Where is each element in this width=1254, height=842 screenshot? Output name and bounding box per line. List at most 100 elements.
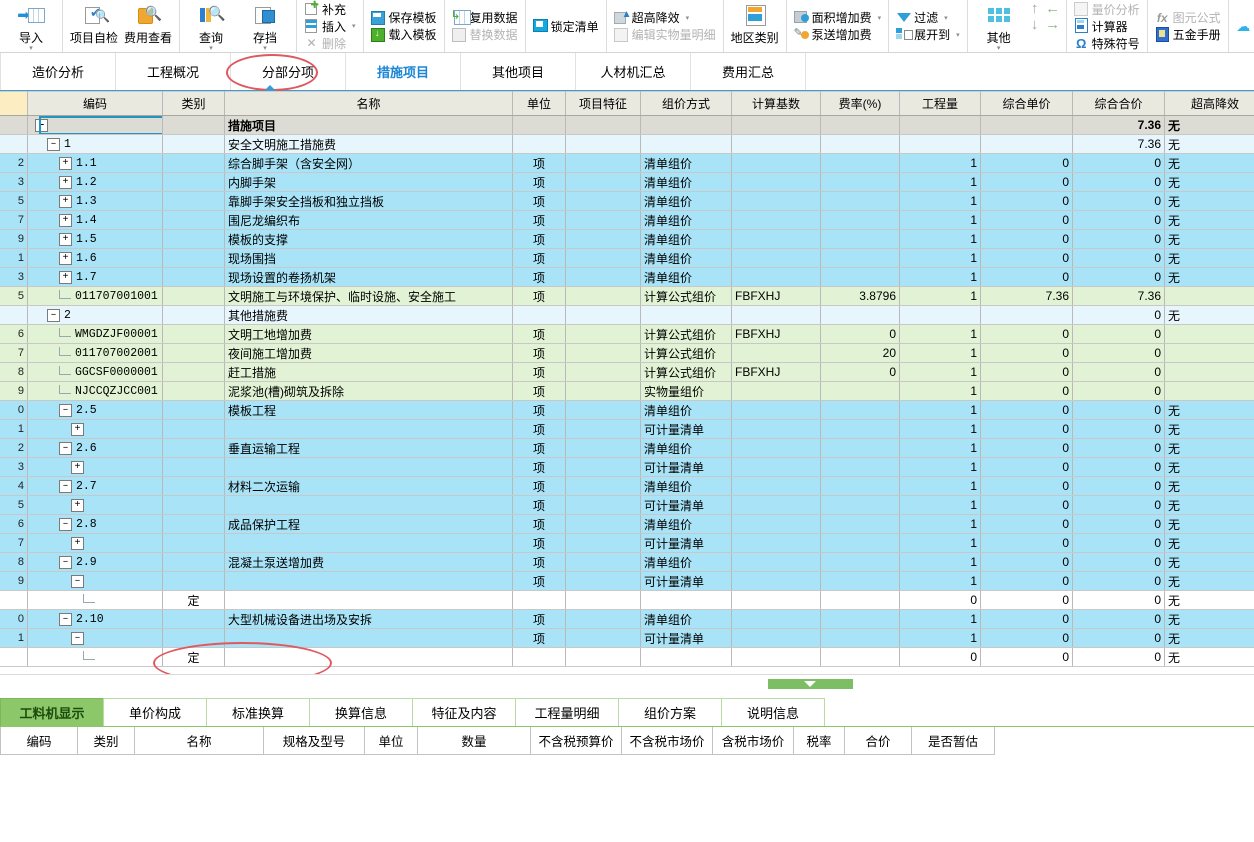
cell-name[interactable] bbox=[224, 495, 513, 515]
cell-unitprice[interactable] bbox=[980, 134, 1073, 154]
cell-base[interactable]: FBFXHJ bbox=[731, 324, 821, 344]
chevron-down-icon[interactable]: ▾ bbox=[878, 14, 882, 22]
cell-feature[interactable] bbox=[565, 495, 641, 515]
cell-unitprice[interactable]: 0 bbox=[980, 324, 1073, 344]
filter-button[interactable]: 过滤 ▾ bbox=[896, 9, 960, 26]
cell-total[interactable]: 0 bbox=[1072, 571, 1165, 591]
cell-feature[interactable] bbox=[565, 400, 641, 420]
cell-pricing[interactable]: 清单组价 bbox=[640, 267, 732, 287]
cell-name[interactable]: 模板的支撑 bbox=[224, 229, 513, 249]
row-number-cell[interactable]: 3 bbox=[0, 267, 28, 287]
cell-pricing[interactable]: 清单组价 bbox=[640, 552, 732, 572]
cloud-check-button[interactable]: ☁云检 bbox=[1236, 18, 1254, 35]
tab-project-overview[interactable]: 工程概况 bbox=[116, 53, 231, 90]
import-button[interactable]: ➡ 导入 ▾ bbox=[4, 0, 58, 52]
row-number-cell[interactable]: 7 bbox=[0, 210, 28, 230]
expand-plus-icon[interactable]: + bbox=[59, 194, 72, 208]
row-number-cell[interactable]: 0 bbox=[0, 609, 28, 629]
cell-unit[interactable]: 项 bbox=[512, 343, 566, 363]
cell-unit[interactable]: 项 bbox=[512, 438, 566, 458]
cell-qty[interactable]: 1 bbox=[899, 457, 981, 477]
cell-qty[interactable]: 1 bbox=[899, 153, 981, 173]
cell-category[interactable] bbox=[162, 552, 225, 572]
chevron-down-icon[interactable]: ▾ bbox=[352, 22, 356, 30]
cell-base[interactable] bbox=[731, 210, 821, 230]
row-number-cell[interactable]: 6 bbox=[0, 324, 28, 344]
cell-pricing[interactable]: 可计量清单 bbox=[640, 457, 732, 477]
cell-base[interactable] bbox=[731, 172, 821, 192]
cell-rate[interactable] bbox=[820, 267, 900, 287]
expand-plus-icon[interactable]: + bbox=[71, 536, 84, 550]
cell-feature[interactable] bbox=[565, 362, 641, 382]
cell-qty[interactable]: 1 bbox=[899, 191, 981, 211]
cell-superhigh[interactable] bbox=[1164, 381, 1254, 401]
cell-pricing[interactable]: 清单组价 bbox=[640, 153, 732, 173]
cell-category[interactable] bbox=[162, 609, 225, 629]
cell-feature[interactable] bbox=[565, 153, 641, 173]
cell-superhigh[interactable]: 无 bbox=[1164, 115, 1254, 135]
cell-code[interactable]: +1.4 bbox=[27, 210, 163, 230]
supplement-button[interactable]: ✚ 补充 bbox=[304, 1, 356, 18]
tab-cost-summary[interactable]: 费用汇总 bbox=[691, 53, 806, 90]
cell-category[interactable] bbox=[162, 210, 225, 230]
row-number-cell[interactable]: 3 bbox=[0, 457, 28, 477]
cell-rate[interactable] bbox=[820, 400, 900, 420]
cell-base[interactable] bbox=[731, 191, 821, 211]
cell-qty[interactable]: 1 bbox=[899, 210, 981, 230]
cell-rate[interactable] bbox=[820, 153, 900, 173]
row-number-cell[interactable]: 4 bbox=[0, 476, 28, 496]
cell-qty[interactable]: 1 bbox=[899, 495, 981, 515]
cell-unitprice[interactable]: 0 bbox=[980, 381, 1073, 401]
cell-category[interactable] bbox=[162, 248, 225, 268]
cell-unit[interactable]: 项 bbox=[512, 571, 566, 591]
row-number-cell[interactable]: 1 bbox=[0, 248, 28, 268]
cell-qty[interactable]: 1 bbox=[899, 552, 981, 572]
cell-base[interactable] bbox=[731, 495, 821, 515]
cell-unit[interactable] bbox=[512, 590, 566, 610]
btab-conversion-info[interactable]: 换算信息 bbox=[309, 698, 413, 726]
cell-superhigh[interactable]: 无 bbox=[1164, 476, 1254, 496]
btab-labor-material-display[interactable]: 工料机显示 bbox=[0, 698, 104, 726]
cell-superhigh[interactable]: 无 bbox=[1164, 267, 1254, 287]
cell-code[interactable]: + bbox=[27, 533, 163, 553]
cell-base[interactable] bbox=[731, 305, 821, 325]
cell-unitprice[interactable]: 0 bbox=[980, 248, 1073, 268]
cell-code[interactable]: –1 bbox=[27, 134, 163, 154]
row-number-cell[interactable]: 6 bbox=[0, 514, 28, 534]
cell-category[interactable] bbox=[162, 438, 225, 458]
cell-feature[interactable] bbox=[565, 438, 641, 458]
cell-unitprice[interactable]: 0 bbox=[980, 438, 1073, 458]
cell-rate[interactable] bbox=[820, 134, 900, 154]
row-number-cell[interactable]: 5 bbox=[0, 286, 28, 306]
cell-name[interactable]: 内脚手架 bbox=[224, 172, 513, 192]
cell-feature[interactable] bbox=[565, 343, 641, 363]
cell-pricing[interactable]: 可计量清单 bbox=[640, 533, 732, 553]
collapse-minus-icon[interactable]: – bbox=[71, 574, 84, 588]
cell-code[interactable]: – bbox=[27, 571, 163, 591]
cell-total[interactable]: 0 bbox=[1072, 628, 1165, 648]
cell-unit[interactable]: 项 bbox=[512, 381, 566, 401]
cell-total[interactable]: 0 bbox=[1072, 172, 1165, 192]
cell-code[interactable]: –2.9 bbox=[27, 552, 163, 572]
cell-pricing[interactable]: 清单组价 bbox=[640, 172, 732, 192]
cell-rate[interactable] bbox=[820, 552, 900, 572]
grid-row[interactable]: 1+1.6现场围挡项清单组价100无建筑物超高增加 bbox=[0, 248, 1254, 268]
cell-total[interactable]: 0 bbox=[1072, 381, 1165, 401]
cell-name[interactable]: 成品保护工程 bbox=[224, 514, 513, 534]
collapse-minus-icon[interactable]: – bbox=[59, 517, 72, 531]
move-down-arrow-icon[interactable]: ↓ bbox=[1031, 17, 1039, 32]
cell-code[interactable] bbox=[27, 647, 163, 667]
cell-base[interactable]: FBFXHJ bbox=[731, 362, 821, 382]
cell-code[interactable]: – bbox=[27, 628, 163, 648]
row-number-cell[interactable]: 3 bbox=[0, 172, 28, 192]
chevron-down-icon[interactable]: ▾ bbox=[997, 45, 1001, 52]
cell-qty[interactable]: 0 bbox=[899, 590, 981, 610]
tab-cost-analysis[interactable]: 造价分析 bbox=[0, 53, 116, 90]
cell-name[interactable]: 安全文明施工措施费 bbox=[224, 134, 513, 154]
cell-feature[interactable] bbox=[565, 590, 641, 610]
cell-name[interactable]: 泥浆池(槽)砌筑及拆除 bbox=[224, 381, 513, 401]
cell-unit[interactable]: 项 bbox=[512, 191, 566, 211]
cell-base[interactable] bbox=[731, 590, 821, 610]
cell-category[interactable] bbox=[162, 324, 225, 344]
cell-category[interactable] bbox=[162, 400, 225, 420]
